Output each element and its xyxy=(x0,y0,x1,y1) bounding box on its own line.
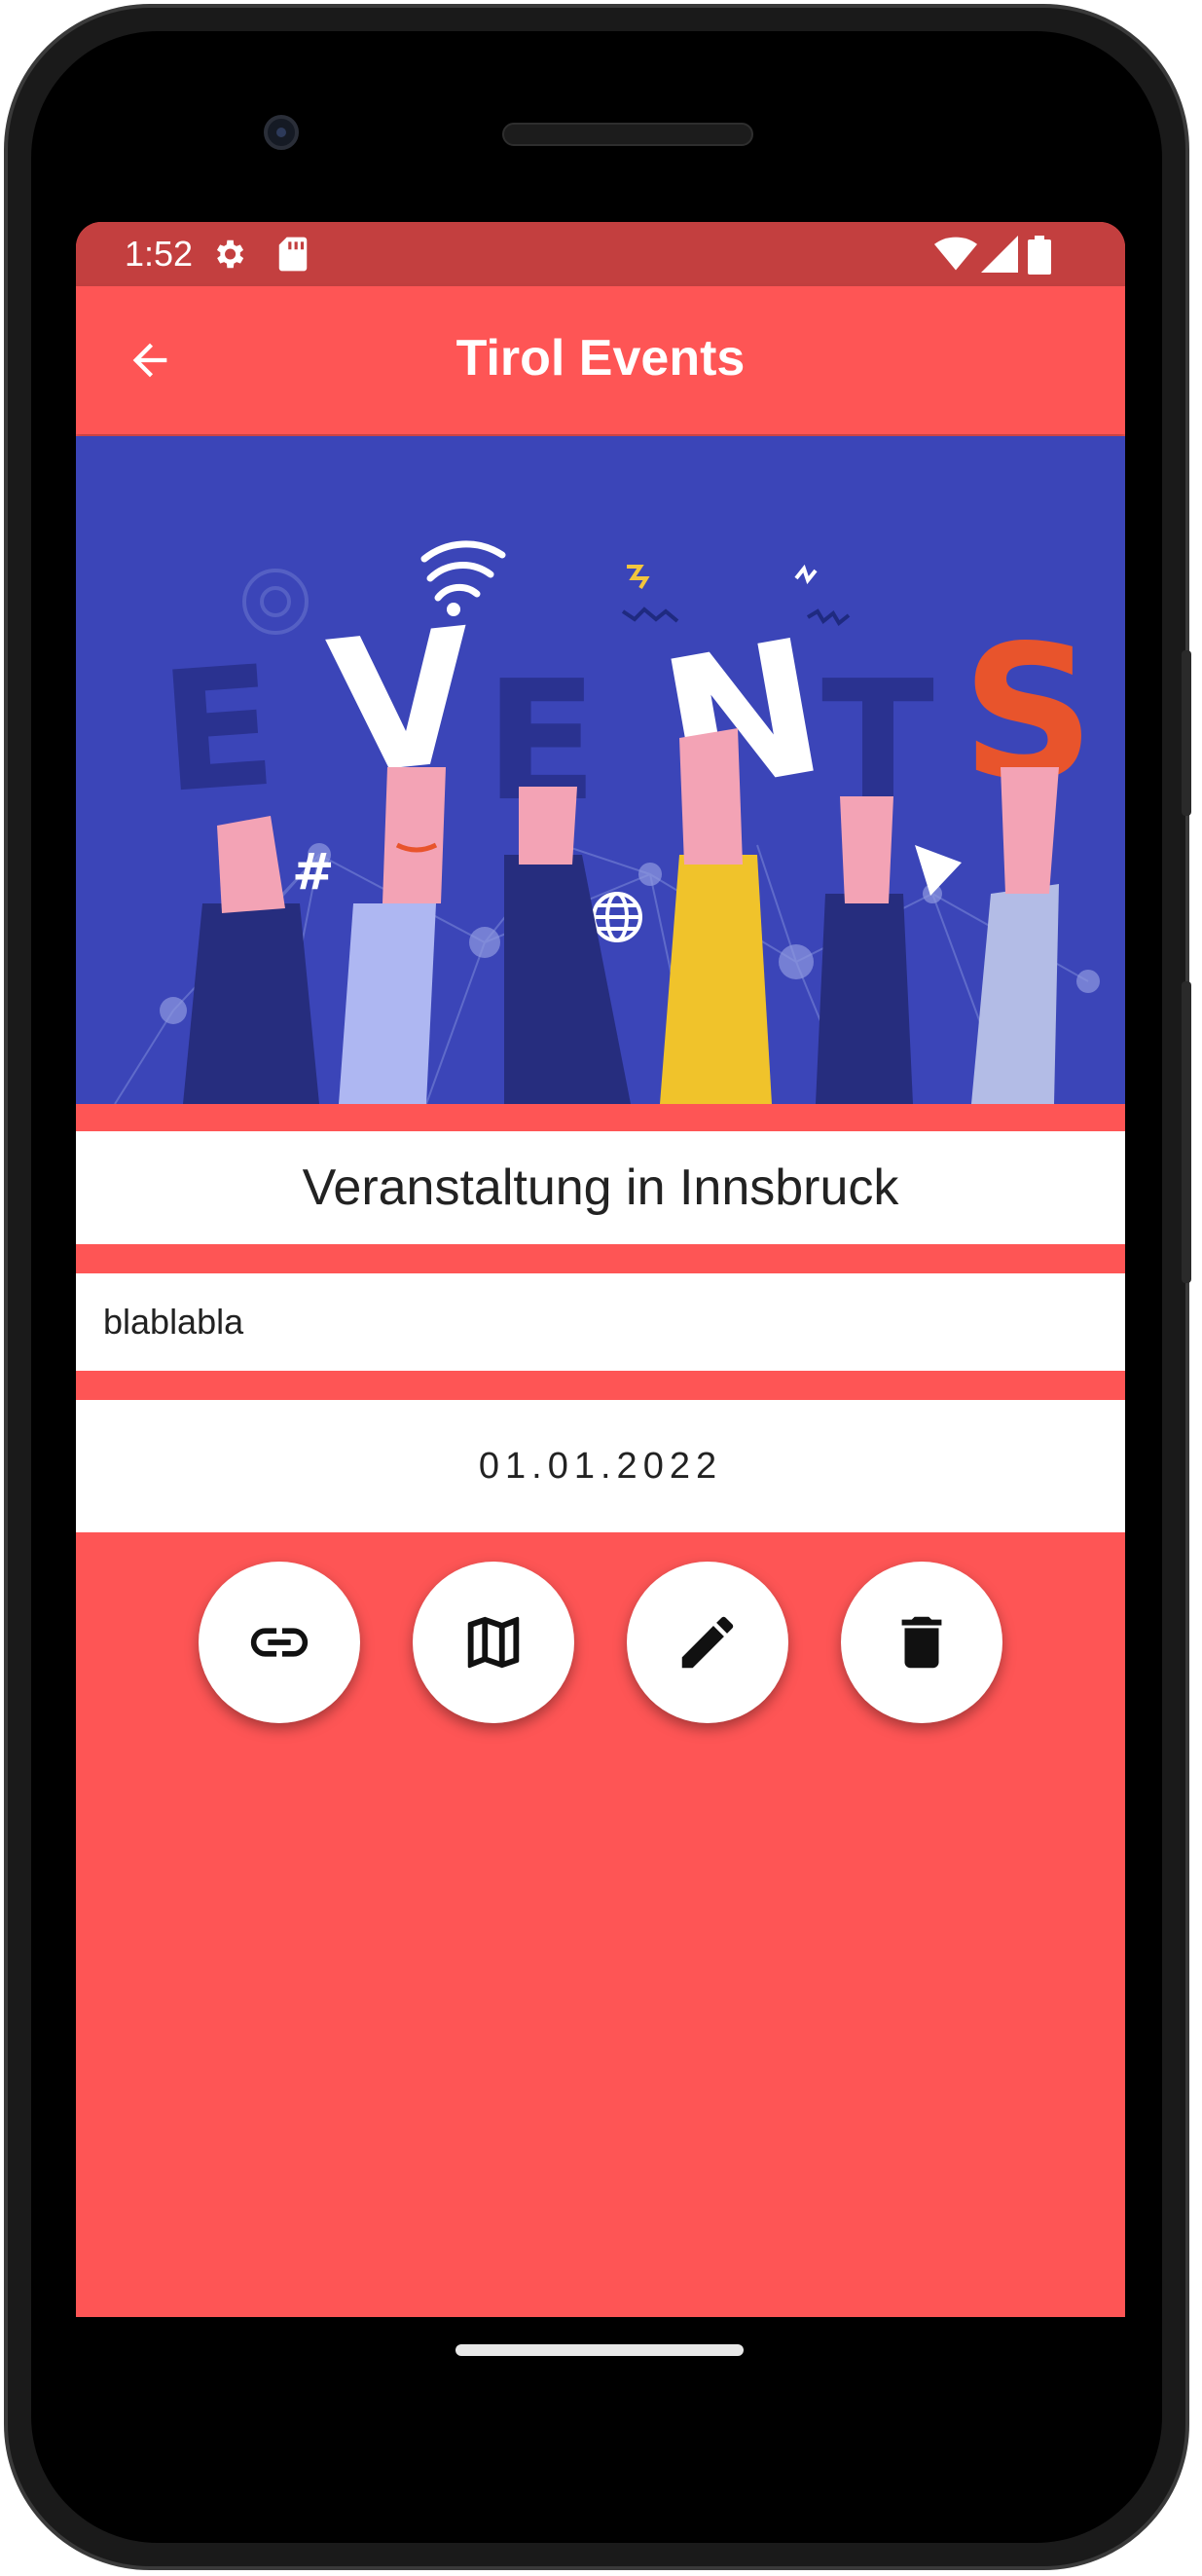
wifi-icon xyxy=(934,237,977,271)
app-bar: Tirol Events xyxy=(76,286,1125,434)
svg-text:N: N xyxy=(648,599,838,837)
delete-button[interactable] xyxy=(841,1562,1002,1723)
front-camera xyxy=(264,115,299,150)
map-icon xyxy=(467,1616,520,1669)
event-banner-image: E V E N T S # xyxy=(76,436,1125,1104)
event-title: Veranstaltung in Innsbruck xyxy=(76,1131,1125,1244)
events-illustration: E V E N T S # xyxy=(114,540,1100,1104)
volume-button xyxy=(1182,981,1191,1283)
status-bar: 1:52 xyxy=(76,222,1125,286)
delete-icon xyxy=(901,1616,942,1669)
gesture-nav-bar[interactable] xyxy=(455,2344,744,2356)
edit-button[interactable] xyxy=(627,1562,788,1723)
app-title: Tirol Events xyxy=(455,330,746,386)
edit-icon xyxy=(681,1616,734,1669)
link-button[interactable] xyxy=(199,1562,360,1723)
status-time: 1:52 xyxy=(125,234,194,274)
event-date: 01.01.2022 xyxy=(76,1400,1125,1532)
map-button[interactable] xyxy=(413,1562,574,1723)
earpiece-speaker xyxy=(502,123,753,146)
svg-text:E: E xyxy=(155,630,281,830)
sd-card-icon xyxy=(278,237,308,272)
settings-icon xyxy=(216,239,244,269)
svg-text:#: # xyxy=(292,843,335,902)
signal-icon xyxy=(981,236,1018,273)
app-screen: 1:52 Tirol Events E V E N T S # Veransta… xyxy=(76,222,1125,2317)
event-description: blablabla xyxy=(76,1273,1125,1371)
link-icon xyxy=(250,1628,309,1657)
phone-frame: 1:52 Tirol Events E V E N T S # Veransta… xyxy=(4,4,1191,2570)
battery-icon xyxy=(1028,236,1051,275)
power-button xyxy=(1182,650,1191,816)
